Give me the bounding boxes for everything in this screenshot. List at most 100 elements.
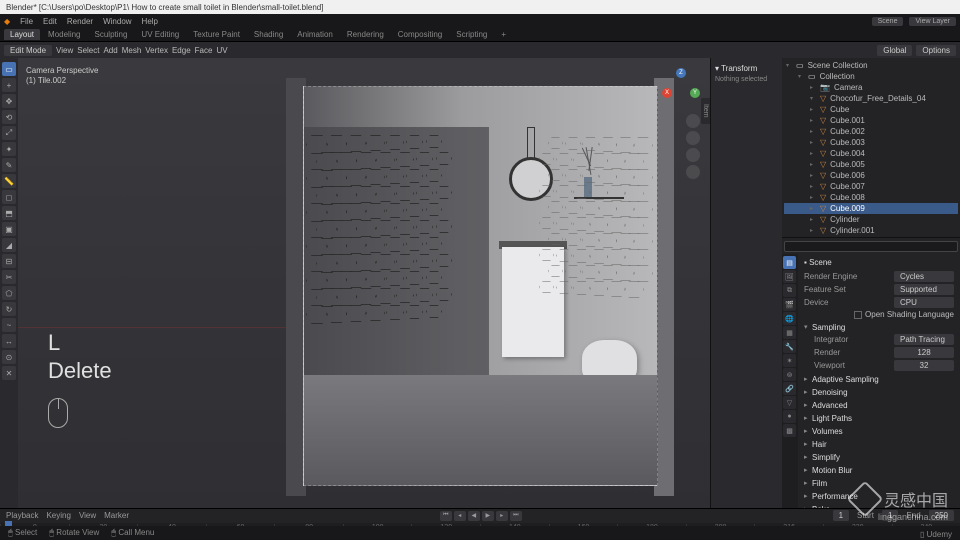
hdr-view[interactable]: View <box>56 46 73 55</box>
ws-scripting[interactable]: Scripting <box>450 29 493 40</box>
prop-section[interactable]: Light Paths <box>804 414 954 423</box>
proptab-constraint[interactable]: 🔗 <box>783 382 796 395</box>
outliner[interactable]: ▾▭Scene Collection ▾▭Collection ▸📷Camera… <box>782 58 960 238</box>
menu-render[interactable]: Render <box>67 17 93 26</box>
outliner-item[interactable]: ▸▽Cube.003 <box>784 137 958 148</box>
play-rev-icon[interactable]: ◀ <box>468 511 480 521</box>
val-engine[interactable]: Cycles <box>894 271 954 282</box>
zoom-icon[interactable] <box>686 114 700 128</box>
gizmo-z[interactable]: Z <box>676 68 686 78</box>
tool-transform[interactable]: ✦ <box>2 142 16 156</box>
outliner-item[interactable]: ▸📷Camera <box>784 82 958 93</box>
proptab-output[interactable]: 🖼 <box>783 270 796 283</box>
tool-rotate[interactable]: ⟲ <box>2 110 16 124</box>
outliner-item[interactable]: ▸▽Cube.002 <box>784 126 958 137</box>
next-key-icon[interactable]: ▸ <box>496 511 508 521</box>
mode-dropdown[interactable]: Edit Mode <box>4 45 52 56</box>
proptab-material[interactable]: ● <box>783 410 796 423</box>
tl-view[interactable]: View <box>79 511 96 520</box>
tool-scale[interactable]: ⤢ <box>2 126 16 140</box>
ws-sculpting[interactable]: Sculpting <box>89 29 134 40</box>
camera-icon[interactable] <box>686 148 700 162</box>
ws-compositing[interactable]: Compositing <box>392 29 448 40</box>
prop-section[interactable]: Advanced <box>804 401 954 410</box>
proptab-texture[interactable]: ▩ <box>783 424 796 437</box>
jump-end-icon[interactable]: ⏭ <box>510 511 522 521</box>
hdr-face[interactable]: Face <box>195 46 213 55</box>
menu-window[interactable]: Window <box>103 17 131 26</box>
tool-extrude[interactable]: ⬒ <box>2 206 16 220</box>
outliner-item[interactable]: ▸▽Cylinder <box>784 214 958 225</box>
outliner-item[interactable]: ▸▽Cube.004 <box>784 148 958 159</box>
tool-bevel[interactable]: ◢ <box>2 238 16 252</box>
ws-add[interactable]: + <box>495 29 512 40</box>
tool-cursor[interactable]: + <box>2 78 16 92</box>
menu-help[interactable]: Help <box>142 17 158 26</box>
tool-shrink[interactable]: ⊙ <box>2 350 16 364</box>
tool-poly[interactable]: ⬠ <box>2 286 16 300</box>
outliner-item[interactable]: ▸▽Cube.001 <box>784 115 958 126</box>
frame-current[interactable]: 1 <box>833 510 849 521</box>
proptab-particle[interactable]: ✶ <box>783 354 796 367</box>
tool-addcube[interactable]: ◻ <box>2 190 16 204</box>
prop-section[interactable]: Denoising <box>804 388 954 397</box>
tool-annotate[interactable]: ✎ <box>2 158 16 172</box>
prop-section[interactable]: Volumes <box>804 427 954 436</box>
play-icon[interactable]: ▶ <box>482 511 494 521</box>
viewlayer-field[interactable]: View Layer <box>909 17 956 26</box>
tool-measure[interactable]: 📏 <box>2 174 16 188</box>
proptab-scene[interactable]: 🎬 <box>783 298 796 311</box>
val-integrator[interactable]: Path Tracing <box>894 334 954 345</box>
hdr-edge[interactable]: Edge <box>172 46 191 55</box>
val-device[interactable]: CPU <box>894 297 954 308</box>
proptab-render[interactable]: ▤ <box>783 256 796 269</box>
osl-check[interactable]: Open Shading Language <box>854 310 954 319</box>
tl-keying[interactable]: Keying <box>46 511 70 520</box>
outliner-root[interactable]: ▾▭Scene Collection <box>784 60 958 71</box>
tool-slide[interactable]: ↔ <box>2 334 16 348</box>
outliner-item[interactable]: ▸▽Cube.009 <box>784 203 958 214</box>
pan-icon[interactable] <box>686 131 700 145</box>
val-viewport[interactable]: 32 <box>894 360 954 371</box>
ws-uvediting[interactable]: UV Editing <box>135 29 185 40</box>
ws-layout[interactable]: Layout <box>4 29 40 40</box>
tl-marker[interactable]: Marker <box>104 511 129 520</box>
hdr-uv[interactable]: UV <box>216 46 227 55</box>
outliner-item[interactable]: ▸▽Cube <box>784 104 958 115</box>
ws-animation[interactable]: Animation <box>291 29 339 40</box>
proptab-world[interactable]: 🌐 <box>783 312 796 325</box>
outliner-search-input[interactable] <box>784 241 958 252</box>
ws-shading[interactable]: Shading <box>248 29 289 40</box>
hdr-select[interactable]: Select <box>77 46 99 55</box>
npanel-tab-item[interactable]: Item <box>701 98 710 124</box>
tool-loopcut[interactable]: ⊟ <box>2 254 16 268</box>
tl-playback[interactable]: Playback <box>6 511 38 520</box>
ws-modeling[interactable]: Modeling <box>42 29 86 40</box>
ws-rendering[interactable]: Rendering <box>341 29 390 40</box>
nav-gizmo[interactable]: X Y Z <box>660 66 702 108</box>
tool-rip[interactable]: ✕ <box>2 366 16 380</box>
outliner-item[interactable]: ▸▽Cube.008 <box>784 192 958 203</box>
tool-smooth[interactable]: ~ <box>2 318 16 332</box>
persp-icon[interactable] <box>686 165 700 179</box>
proptab-modifier[interactable]: 🔧 <box>783 340 796 353</box>
viewport-3d[interactable]: Camera Perspective (1) Tile.002 X Y Z It… <box>18 58 710 508</box>
gizmo-y[interactable]: Y <box>690 88 700 98</box>
outliner-item[interactable]: ▸▽Cube.007 <box>784 181 958 192</box>
tool-inset[interactable]: ▣ <box>2 222 16 236</box>
tool-move[interactable]: ✥ <box>2 94 16 108</box>
tool-spin[interactable]: ↻ <box>2 302 16 316</box>
outliner-item[interactable]: ▸▽Cube.006 <box>784 170 958 181</box>
menu-edit[interactable]: Edit <box>43 17 57 26</box>
val-featureset[interactable]: Supported <box>894 284 954 295</box>
hdr-vertex[interactable]: Vertex <box>145 46 168 55</box>
sec-sampling[interactable]: Sampling <box>804 323 954 332</box>
scene-field[interactable]: Scene <box>872 17 904 26</box>
hdr-add[interactable]: Add <box>103 46 117 55</box>
ws-texpaint[interactable]: Texture Paint <box>187 29 246 40</box>
proptab-physics[interactable]: ⊚ <box>783 368 796 381</box>
jump-start-icon[interactable]: ⏮ <box>440 511 452 521</box>
hdr-mesh[interactable]: Mesh <box>122 46 142 55</box>
proptab-viewlayer[interactable]: ⧉ <box>783 284 796 297</box>
outliner-item[interactable]: ▸▽Cylinder.001 <box>784 225 958 236</box>
